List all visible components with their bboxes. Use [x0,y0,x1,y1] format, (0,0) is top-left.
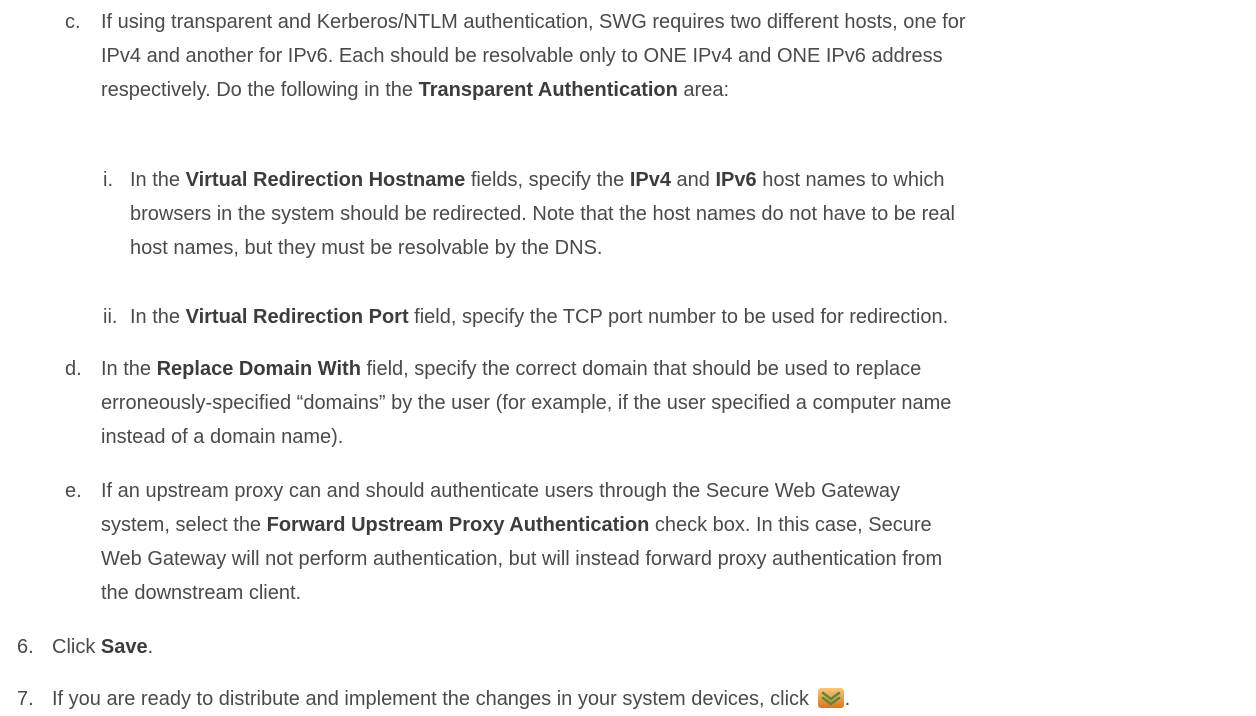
text-run: In the [130,306,186,328]
ui-term: Save [100,636,148,658]
text-run: Web Gateway will not perform authenticat… [101,548,943,570]
list-marker: 7. [17,688,34,710]
text-run: . [147,636,154,658]
text-line: In the Virtual Redirection Port field, s… [130,300,948,334]
text-run: area: [677,79,730,101]
list-marker: c. [65,11,81,33]
text-run: fields, specify the [465,169,630,191]
text-run: If you are ready to distribute and imple… [52,688,815,710]
text-run: system, select the [101,514,267,536]
list-marker: 6. [17,636,34,658]
text-line: If an upstream proxy can and should auth… [101,474,942,508]
ui-term: IPv6 [715,169,757,191]
text-run: . [844,688,851,710]
text-line: Click Save. [52,630,153,664]
list-item-text: In the Virtual Redirection Port field, s… [130,300,948,334]
ui-term: Virtual Redirection Port [185,306,409,328]
text-run: respectively. Do the following in the [101,79,419,101]
text-line: instead of a domain name). [101,420,951,454]
text-run: Click [52,636,101,658]
text-line: system, select the Forward Upstream Prox… [101,508,942,542]
list-item-text: If an upstream proxy can and should auth… [101,474,942,610]
text-line: erroneously-specified “domains” by the u… [101,386,951,420]
document-page: c. If using transparent and Kerberos/NTL… [0,0,1256,710]
list-marker: i. [103,169,113,191]
list-item-text: In the Replace Domain With field, specif… [101,352,951,454]
ui-term: Transparent Authentication [418,79,678,101]
list-marker: ii. [103,306,118,328]
list-marker: e. [65,480,82,502]
list-item-text: In the Virtual Redirection Hostname fiel… [130,163,955,265]
text-run: erroneously-specified “domains” by the u… [101,392,952,414]
text-line: In the Virtual Redirection Hostname fiel… [130,163,955,197]
text-line: the downstream client. [101,576,942,610]
text-run: the downstream client. [101,582,302,604]
ui-term: Virtual Redirection Hostname [185,169,466,191]
ui-term: IPv4 [629,169,671,191]
text-run: In the [101,358,157,380]
text-line: host names, but they must be resolvable … [130,231,955,265]
ui-term: Replace Domain With [156,358,361,380]
text-line: IPv4 and another for IPv6. Each should b… [101,39,966,73]
text-line: Web Gateway will not perform authenticat… [101,542,942,576]
text-line: If you are ready to distribute and imple… [52,682,850,716]
list-item-text: Click Save. [52,630,153,664]
list-marker: d. [65,358,82,380]
deploy-changes-icon[interactable] [817,687,845,709]
ui-term: Forward Upstream Proxy Authentication [266,514,650,536]
list-item-text: If using transparent and Kerberos/NTLM a… [101,5,966,107]
text-run: field, specify the correct domain that s… [360,358,922,380]
text-run: instead of a domain name). [101,426,344,448]
text-run: host names, but they must be resolvable … [130,237,603,259]
text-line: In the Replace Domain With field, specif… [101,352,951,386]
text-line: browsers in the system should be redirec… [130,197,955,231]
text-run: host names to which [756,169,945,191]
text-run: field, specify the TCP port number to be… [408,306,949,328]
list-item-text: If you are ready to distribute and imple… [52,682,850,716]
text-run: If using transparent and Kerberos/NTLM a… [101,11,966,33]
text-line: respectively. Do the following in the Tr… [101,73,966,107]
text-run: check box. In this case, Secure [649,514,932,536]
text-run: browsers in the system should be redirec… [130,203,955,225]
text-line: If using transparent and Kerberos/NTLM a… [101,5,966,39]
text-run: In the [130,169,186,191]
text-run: IPv4 and another for IPv6. Each should b… [101,45,943,67]
text-run: and [671,169,716,191]
text-run: If an upstream proxy can and should auth… [101,480,900,502]
